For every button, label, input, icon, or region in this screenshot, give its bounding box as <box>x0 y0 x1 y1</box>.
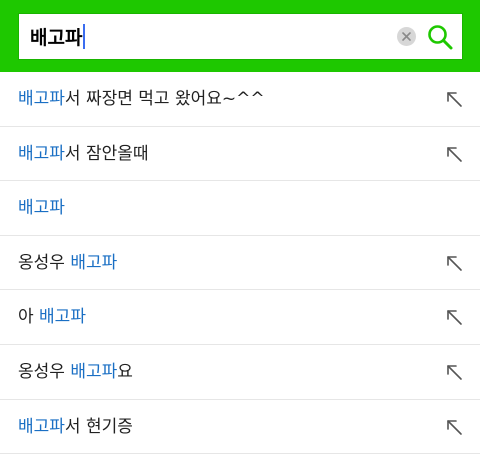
suggestion-item[interactable]: 아 배고파 <box>0 290 480 345</box>
suggestion-text: 옹성우 배고파 <box>18 236 117 290</box>
suggestion-item[interactable]: 배고파서 현기증 <box>0 400 480 455</box>
fill-query-arrow-icon[interactable] <box>445 363 463 381</box>
fill-query-arrow-icon[interactable] <box>445 90 463 108</box>
suggestion-item[interactable]: 배고파서 잠안올때 <box>0 127 480 182</box>
suggestion-match: 배고파 <box>18 89 65 109</box>
search-input[interactable]: 배고파 <box>30 14 390 59</box>
clear-icon[interactable] <box>397 27 416 46</box>
suggestion-text: 아 배고파 <box>18 290 86 344</box>
suggestion-match: 배고파 <box>18 416 65 437</box>
suggestion-list: 배고파서 짜장면 먹고 왔어요~^^ 배고파서 잠안올때 배고파 옹성우 배고파 아 배… <box>0 72 480 455</box>
search-box[interactable]: 배고파 <box>18 13 463 60</box>
fill-query-arrow-icon[interactable] <box>445 308 463 326</box>
suggestion-text: 배고파 <box>18 181 65 235</box>
suggestion-after: 서 현기증 <box>64 416 133 437</box>
fill-query-arrow-icon[interactable] <box>445 418 463 436</box>
suggestion-item[interactable]: 배고파서 짜장면 먹고 왔어요~^^ <box>0 72 480 127</box>
suggestion-before: 옹성우 <box>18 252 71 273</box>
suggestion-item[interactable]: 옹성우 배고파요 <box>0 345 480 400</box>
search-icon[interactable] <box>426 23 454 51</box>
suggestion-match: 배고파 <box>18 143 65 164</box>
suggestion-before: 아 <box>18 307 40 328</box>
suggestion-after: 요 <box>117 361 133 382</box>
suggestion-item[interactable]: 배고파 <box>0 181 480 236</box>
suggestion-match: 배고파 <box>39 307 86 328</box>
suggestion-item[interactable]: 옹성우 배고파 <box>0 236 480 291</box>
search-header: 배고파 <box>0 0 480 72</box>
suggestion-after: 서 짜장면 먹고 왔어요~^^ <box>64 89 265 109</box>
suggestion-after: 서 잠안올때 <box>64 143 149 164</box>
suggestion-text: 배고파서 잠안올때 <box>18 127 149 181</box>
suggestion-match: 배고파 <box>70 252 118 273</box>
text-caret <box>83 24 86 49</box>
suggestion-text: 옹성우 배고파요 <box>18 345 133 399</box>
fill-query-arrow-icon[interactable] <box>445 145 463 163</box>
suggestion-text: 배고파서 짜장면 먹고 왔어요~^^ <box>18 72 265 126</box>
suggestion-match: 배고파 <box>70 361 118 382</box>
suggestion-match: 배고파 <box>18 198 65 219</box>
search-input-value: 배고파 <box>30 27 83 49</box>
fill-query-arrow-icon[interactable] <box>445 254 463 272</box>
suggestion-before: 옹성우 <box>18 361 71 382</box>
suggestion-text: 배고파서 현기증 <box>18 400 133 454</box>
